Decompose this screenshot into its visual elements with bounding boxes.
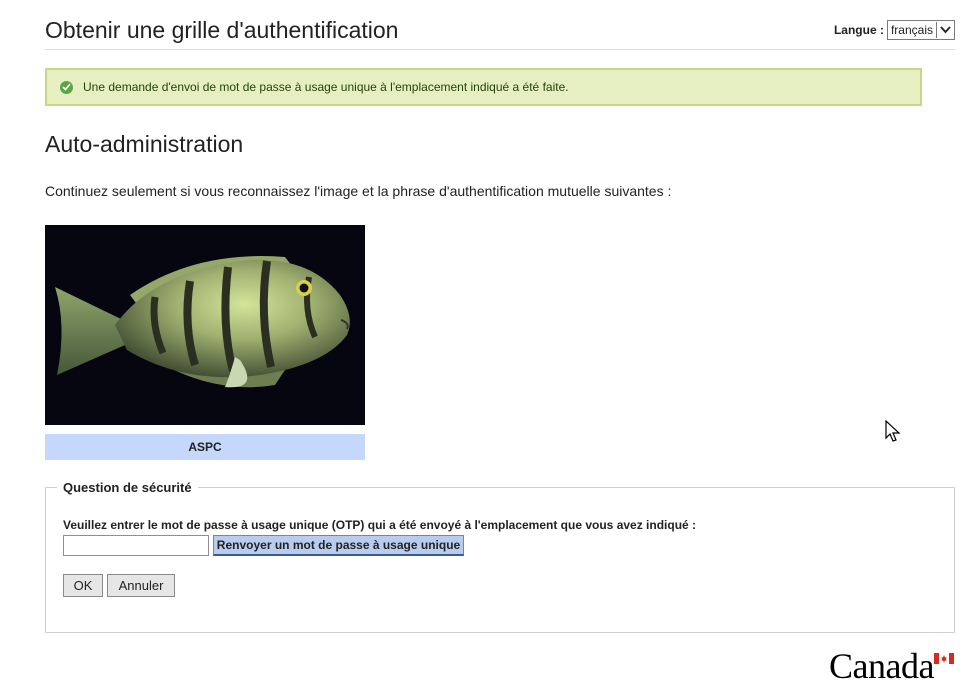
section-title: Auto-administration xyxy=(45,131,244,157)
success-notice: Une demande d'envoi de mot de passe à us… xyxy=(45,68,922,106)
language-label: Langue : xyxy=(833,23,884,37)
check-circle-icon xyxy=(60,80,73,94)
otp-input[interactable] xyxy=(63,535,209,556)
image-caption: ASPC xyxy=(45,434,365,460)
mouse-pointer-icon xyxy=(885,419,901,449)
canada-wordmark: Canada xyxy=(829,646,934,686)
page-title: Obtenir une grille d'authentification xyxy=(45,17,399,43)
resend-otp-button[interactable]: Renvoyer un mot de passe à usage unique xyxy=(213,535,464,556)
intro-text: Continuez seulement si vous reconnaissez… xyxy=(45,183,672,199)
chevron-down-icon xyxy=(936,22,954,38)
ok-button[interactable]: OK xyxy=(63,574,103,597)
language-dropdown[interactable]: français xyxy=(886,20,955,40)
notice-text: Une demande d'envoi de mot de passe à us… xyxy=(83,80,569,94)
security-question-legend: Question de sécurité xyxy=(57,480,198,495)
cancel-button[interactable]: Annuler xyxy=(107,574,175,597)
title-divider xyxy=(45,49,955,50)
otp-prompt: Veuillez entrer le mot de passe à usage … xyxy=(63,518,697,532)
canada-flag-icon xyxy=(934,651,954,664)
language-value: français xyxy=(890,23,933,37)
language-selector: Langue : français xyxy=(834,20,955,40)
authentication-image xyxy=(45,225,365,425)
security-question-fieldset xyxy=(45,487,955,633)
